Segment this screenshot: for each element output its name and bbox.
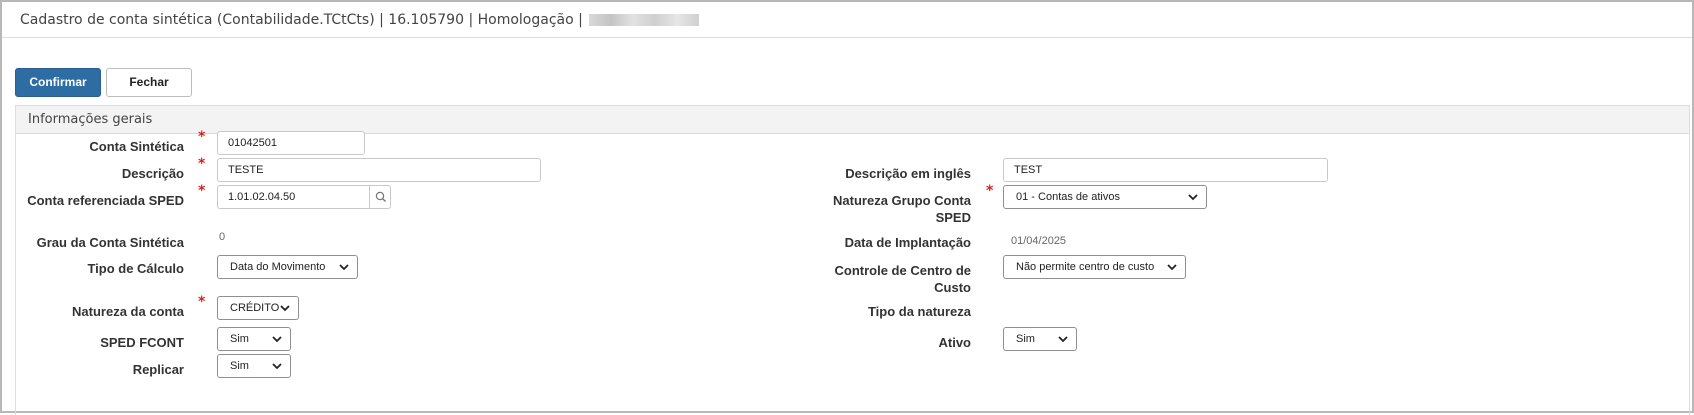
- chevron-down-icon: [339, 264, 349, 271]
- required-marker: *: [198, 129, 206, 145]
- sped-fcont-select[interactable]: Sim: [217, 327, 291, 351]
- ativo-select[interactable]: Sim: [1003, 327, 1077, 351]
- natureza-grupo-label-line2: SPED: [935, 210, 971, 225]
- required-marker: *: [198, 183, 206, 199]
- chevron-down-icon: [1167, 264, 1177, 271]
- window-title-bar: Cadastro de conta sintética (Contabilida…: [2, 2, 1692, 38]
- window-frame: Cadastro de conta sintética (Contabilida…: [0, 0, 1694, 415]
- controle-centro-label: Controle de Centro de Custo: [802, 262, 971, 296]
- required-marker: *: [198, 294, 206, 310]
- sped-fcont-value: Sim: [230, 333, 249, 345]
- grau-value: 0: [219, 231, 226, 243]
- natureza-conta-value: CRÉDITO: [230, 302, 280, 314]
- replicar-value: Sim: [230, 360, 249, 372]
- sped-fcont-label: SPED FCONT: [100, 335, 184, 350]
- natureza-grupo-label-line1: Natureza Grupo Conta: [833, 193, 971, 208]
- chevron-down-icon: [1058, 336, 1068, 343]
- descricao-ingles-label: Descrição em inglês: [845, 166, 971, 181]
- descricao-ingles-input[interactable]: TEST: [1003, 158, 1328, 182]
- chevron-down-icon: [1188, 194, 1198, 201]
- chevron-down-icon: [272, 336, 282, 343]
- controle-centro-value: Não permite centro de custo: [1016, 261, 1155, 273]
- tipo-calculo-label: Tipo de Cálculo: [87, 261, 184, 276]
- tipo-calculo-select[interactable]: Data do Movimento: [217, 255, 358, 279]
- natureza-grupo-label: Natureza Grupo Conta SPED: [802, 192, 971, 226]
- replicar-label: Replicar: [132, 362, 184, 377]
- natureza-grupo-value: 01 - Contas de ativos: [1016, 191, 1120, 203]
- close-button[interactable]: Fechar: [106, 68, 192, 97]
- descricao-label: Descrição: [121, 166, 184, 181]
- required-marker: *: [986, 183, 994, 199]
- replicar-select[interactable]: Sim: [217, 354, 291, 378]
- natureza-conta-label: Natureza da conta: [72, 304, 184, 319]
- natureza-grupo-select[interactable]: 01 - Contas de ativos: [1003, 185, 1207, 209]
- controle-centro-label-line2: Custo: [934, 280, 971, 295]
- data-implantacao-value: 01/04/2025: [1011, 235, 1067, 247]
- chevron-down-icon: [280, 305, 290, 312]
- ativo-value: Sim: [1016, 333, 1035, 345]
- confirm-button[interactable]: Confirmar: [15, 68, 101, 97]
- conta-sintetica-input[interactable]: 01042501: [217, 131, 365, 155]
- panel-heading: Informações gerais: [16, 106, 1689, 134]
- tipo-calculo-value: Data do Movimento: [230, 261, 326, 273]
- conta-sintetica-label: Conta Sintética: [89, 139, 184, 154]
- redacted-environment-name: [588, 14, 699, 26]
- data-implantacao-label: Data de Implantação: [844, 235, 971, 250]
- tipo-natureza-label: Tipo da natureza: [867, 304, 971, 319]
- ativo-label: Ativo: [938, 335, 972, 350]
- required-marker: *: [198, 156, 206, 172]
- grau-label: Grau da Conta Sintética: [36, 235, 184, 250]
- natureza-conta-select[interactable]: CRÉDITO: [217, 296, 299, 320]
- chevron-down-icon: [272, 363, 282, 370]
- descricao-input[interactable]: TESTE: [217, 158, 541, 182]
- controle-centro-label-line1: Controle de Centro de: [834, 263, 971, 278]
- search-icon: [375, 191, 386, 202]
- conta-referenciada-label: Conta referenciada SPED: [27, 193, 184, 208]
- conta-referenciada-lookup-button[interactable]: [369, 185, 391, 209]
- window-title: Cadastro de conta sintética (Contabilida…: [20, 12, 583, 28]
- controle-centro-select[interactable]: Não permite centro de custo: [1003, 255, 1186, 279]
- conta-referenciada-input[interactable]: 1.01.02.04.50: [217, 185, 370, 209]
